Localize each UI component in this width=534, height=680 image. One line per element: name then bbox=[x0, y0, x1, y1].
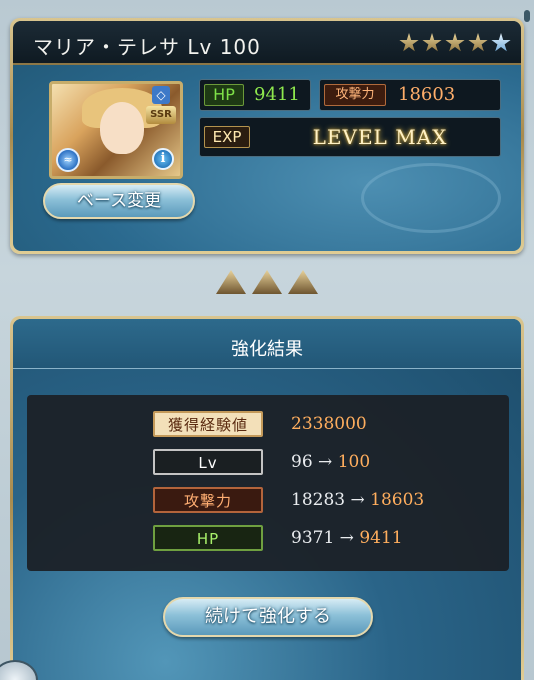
continue-enhance-button[interactable]: 続けて強化する bbox=[163, 597, 373, 637]
transition-arrows bbox=[216, 270, 318, 294]
character-card: マリア・テレサ Lv 100 ◇ SSR ≈ i HP 9411 攻撃力 186… bbox=[10, 18, 524, 254]
exp-stat: EXP LEVEL MAX bbox=[199, 117, 501, 157]
attack-value: 18603 bbox=[398, 84, 456, 105]
star-icon bbox=[399, 33, 419, 52]
star-icon bbox=[422, 33, 442, 52]
arrow-right-icon: → bbox=[350, 490, 365, 510]
up-arrow-icon bbox=[252, 270, 282, 294]
up-arrow-icon bbox=[216, 270, 246, 294]
hp-after: 9411 bbox=[359, 528, 403, 548]
decorative-swirl bbox=[361, 163, 501, 233]
character-name: マリア・テレサ bbox=[33, 35, 180, 59]
character-portrait[interactable]: ◇ SSR ≈ i bbox=[49, 81, 183, 179]
card-header: マリア・テレサ Lv 100 bbox=[13, 21, 521, 65]
result-panel-inner: 強化結果 獲得経験値 2338000 Lv 96 → 100 攻撃力 18283… bbox=[13, 319, 521, 680]
star-icon bbox=[445, 33, 465, 52]
result-title: 強化結果 bbox=[231, 339, 303, 360]
uncap-stars bbox=[399, 33, 511, 53]
hp-stat: HP 9411 bbox=[199, 79, 311, 111]
blue-star-icon bbox=[491, 33, 511, 52]
arrow-right-icon: → bbox=[318, 452, 333, 472]
hp-row-label: HP bbox=[153, 525, 263, 551]
scrollbar-thumb[interactable] bbox=[524, 10, 530, 22]
level-label: Lv bbox=[153, 449, 263, 475]
exp-gained-label: 獲得経験値 bbox=[153, 411, 263, 437]
hp-change: 9371 → 9411 bbox=[291, 525, 403, 551]
hp-before: 9371 bbox=[291, 528, 335, 548]
attack-label: 攻撃力 bbox=[324, 84, 386, 106]
info-icon[interactable]: i bbox=[152, 148, 174, 170]
result-table bbox=[27, 395, 509, 571]
water-element-icon: ≈ bbox=[56, 148, 80, 172]
character-level: Lv 100 bbox=[187, 35, 261, 59]
exp-label: EXP bbox=[204, 126, 250, 148]
level-max-text: LEVEL MAX bbox=[312, 125, 448, 149]
star-icon bbox=[468, 33, 488, 52]
hp-value: 9411 bbox=[254, 84, 300, 105]
rarity-badge: SSR bbox=[146, 106, 176, 124]
portrait-face bbox=[100, 102, 144, 154]
level-change: 96 → 100 bbox=[291, 449, 370, 475]
attack-before: 18283 bbox=[291, 490, 346, 510]
level-before: 96 bbox=[291, 452, 313, 472]
attack-stat: 攻撃力 18603 bbox=[319, 79, 501, 111]
character-name-level: マリア・テレサ Lv 100 bbox=[33, 31, 261, 60]
attack-row-label: 攻撃力 bbox=[153, 487, 263, 513]
enhance-result-panel: 強化結果 獲得経験値 2338000 Lv 96 → 100 攻撃力 18283… bbox=[10, 316, 524, 680]
exp-gained-amount: 2338000 bbox=[291, 414, 367, 434]
up-arrow-icon bbox=[288, 270, 318, 294]
base-change-button[interactable]: ベース変更 bbox=[43, 183, 195, 219]
attack-change: 18283 → 18603 bbox=[291, 487, 424, 513]
attack-after: 18603 bbox=[370, 490, 425, 510]
ring-icon: ◇ bbox=[152, 86, 170, 104]
level-after: 100 bbox=[337, 452, 371, 472]
hp-label: HP bbox=[204, 84, 244, 106]
exp-gained-value: 2338000 bbox=[291, 411, 367, 437]
arrow-right-icon: → bbox=[339, 528, 354, 548]
result-title-band: 強化結果 bbox=[13, 319, 521, 369]
character-card-inner: マリア・テレサ Lv 100 ◇ SSR ≈ i HP 9411 攻撃力 186… bbox=[13, 21, 521, 251]
